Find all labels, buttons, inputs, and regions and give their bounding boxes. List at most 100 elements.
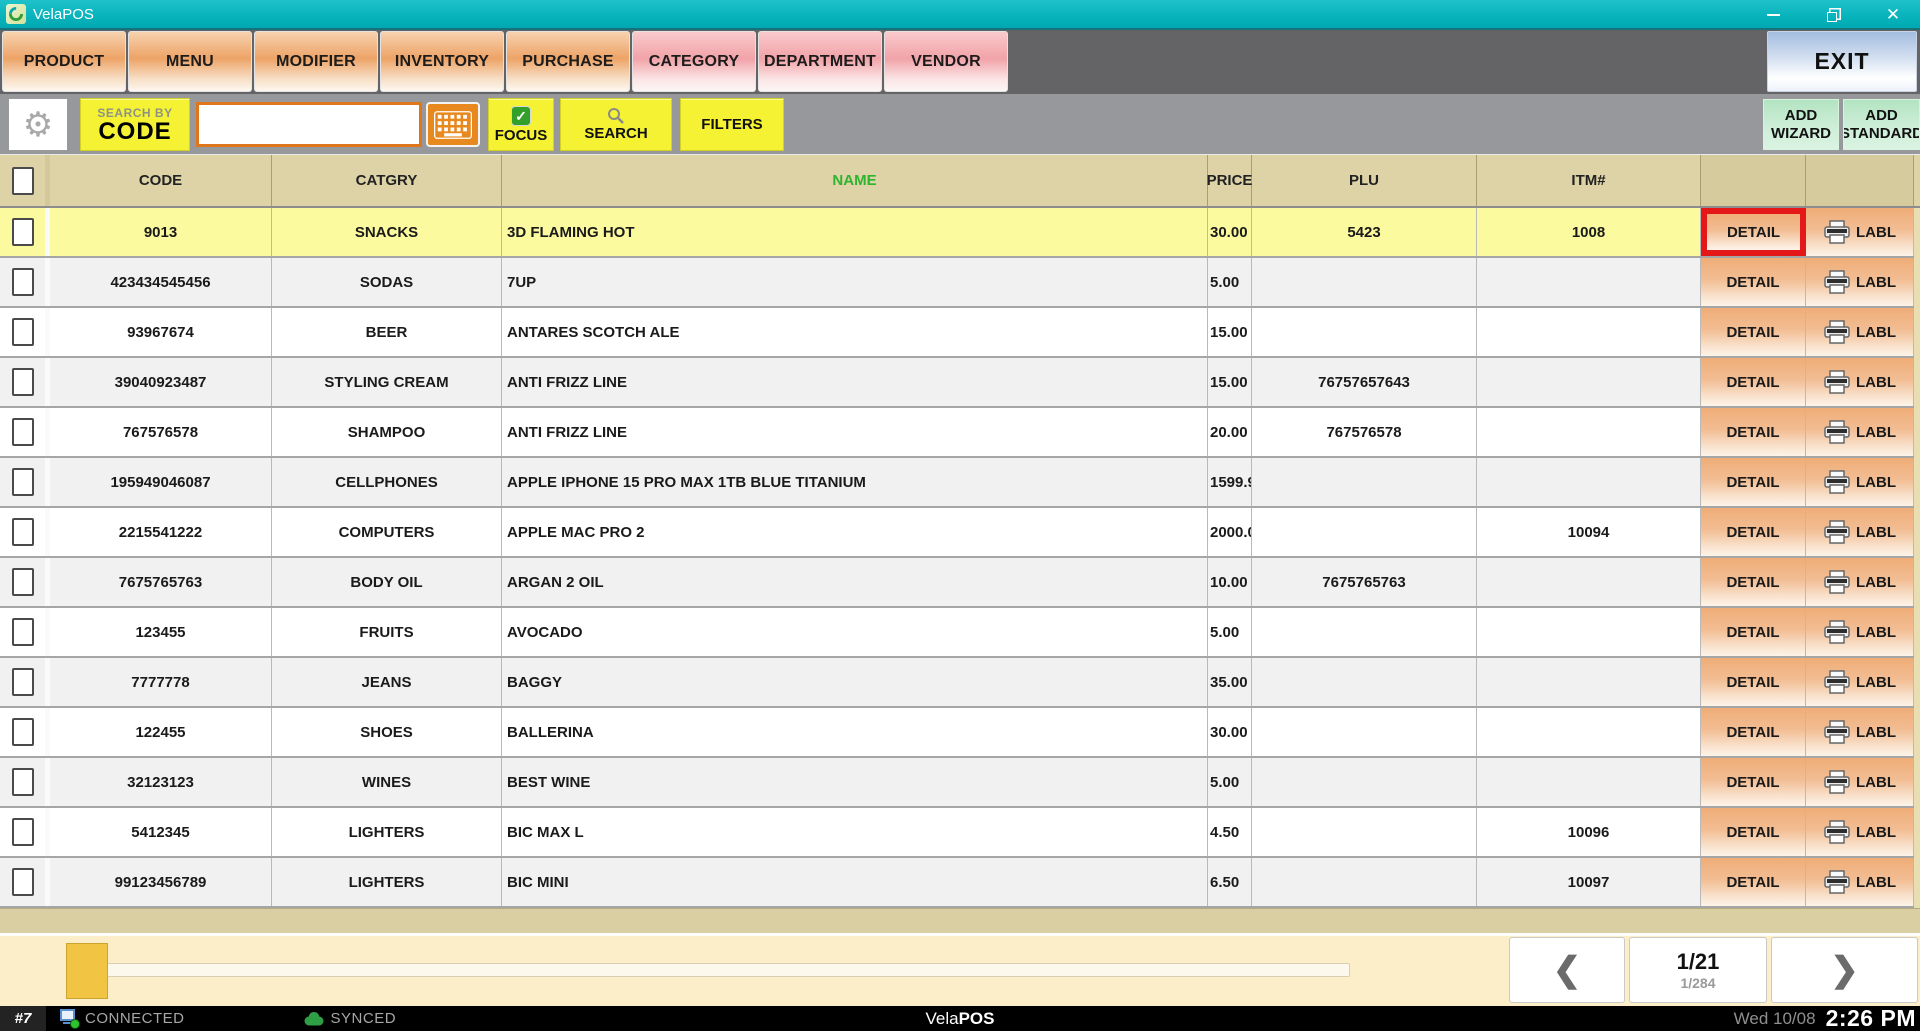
search-button[interactable]: SEARCH [560,98,672,151]
row-select-cell [0,808,50,856]
row-checkbox[interactable] [12,268,34,296]
filters-button[interactable]: FILTERS [680,98,784,151]
minimize-icon[interactable] [1764,6,1782,24]
row-checkbox[interactable] [12,718,34,746]
detail-button[interactable]: DETAIL [1701,508,1806,556]
detail-button[interactable]: DETAIL [1701,208,1806,256]
detail-button[interactable]: DETAIL [1701,758,1806,806]
row-checkbox[interactable] [12,468,34,496]
menu-purchase-button[interactable]: PURCHASE [506,31,630,92]
label-print-button[interactable]: LABL [1806,658,1914,706]
synced-status: SYNCED [331,1010,397,1027]
table-row[interactable]: 39040923487STYLING CREAMANTI FRIZZ LINE1… [0,358,1914,408]
detail-button[interactable]: DETAIL [1701,608,1806,656]
table-row[interactable]: 9013SNACKS3D FLAMING HOT30.0054231008DET… [0,208,1914,258]
label-print-button[interactable]: LABL [1806,258,1914,306]
row-checkbox[interactable] [12,768,34,796]
date-time: Wed 10/08 2:26 PM [1734,1006,1916,1031]
name-cell: APPLE MAC PRO 2 [502,508,1208,556]
table-row[interactable]: 7675765763BODY OILARGAN 2 OIL10.00767576… [0,558,1914,608]
table-row[interactable]: 93967674BEERANTARES SCOTCH ALE15.00DETAI… [0,308,1914,358]
table-row[interactable]: 5412345LIGHTERSBIC MAX L4.5010096DETAIL … [0,808,1914,858]
table-row[interactable]: 195949046087CELLPHONESAPPLE IPHONE 15 PR… [0,458,1914,508]
detail-button[interactable]: DETAIL [1701,258,1806,306]
plu-cell [1252,608,1477,656]
detail-button[interactable]: DETAIL [1701,808,1806,856]
on-screen-keyboard-button[interactable] [426,102,480,147]
settings-button[interactable]: ⚙ [8,98,68,151]
main-menu-bar: PRODUCTMENUMODIFIERINVENTORYPURCHASECATE… [0,30,1920,94]
table-row[interactable]: 99123456789LIGHTERSBIC MINI6.5010097DETA… [0,858,1914,908]
label-print-button[interactable]: LABL [1806,208,1914,256]
checkbox-checked-icon: ✓ [511,106,531,126]
label-print-button[interactable]: LABL [1806,358,1914,406]
price-cell: 30.00 [1208,708,1252,756]
table-row[interactable]: 2215541222COMPUTERSAPPLE MAC PRO 22000.0… [0,508,1914,558]
table-row[interactable]: 123455FRUITSAVOCADO5.00DETAIL LABL [0,608,1914,658]
label-print-button[interactable]: LABL [1806,308,1914,356]
prev-page-button[interactable]: ❮ [1509,937,1625,1003]
row-checkbox[interactable] [12,218,34,246]
search-by-button[interactable]: SEARCH BY CODE [80,98,190,151]
row-checkbox[interactable] [12,518,34,546]
exit-button[interactable]: EXIT [1767,31,1917,92]
row-checkbox[interactable] [12,318,34,346]
table-row[interactable]: 32123123WINESBEST WINE5.00DETAIL LABL [0,758,1914,808]
add-wizard-button[interactable]: ADD WIZARD [1763,99,1839,150]
table-row[interactable]: 7777778JEANSBAGGY35.00DETAIL LABL [0,658,1914,708]
menu-category-button[interactable]: CATEGORY [632,31,756,92]
row-checkbox[interactable] [12,818,34,846]
detail-button[interactable]: DETAIL [1701,408,1806,456]
menu-product-button[interactable]: PRODUCT [2,31,126,92]
plu-cell: 7675765763 [1252,558,1477,606]
detail-button[interactable]: DETAIL [1701,458,1806,506]
next-page-button[interactable]: ❯ [1771,937,1918,1003]
focus-button[interactable]: ✓ FOCUS [488,98,554,151]
label-print-button[interactable]: LABL [1806,708,1914,756]
detail-button[interactable]: DETAIL [1701,308,1806,356]
category-cell: BODY OIL [272,558,502,606]
detail-button[interactable]: DETAIL [1701,658,1806,706]
row-checkbox[interactable] [12,368,34,396]
close-icon[interactable]: ✕ [1884,6,1902,24]
label-print-button[interactable]: LABL [1806,558,1914,606]
menu-inventory-button[interactable]: INVENTORY [380,31,504,92]
table-row[interactable]: 767576578SHAMPOOANTI FRIZZ LINE20.007675… [0,408,1914,458]
code-cell: 122455 [50,708,272,756]
label-print-button[interactable]: LABL [1806,408,1914,456]
labl-text: LABL [1856,274,1896,291]
row-checkbox[interactable] [12,568,34,596]
label-print-button[interactable]: LABL [1806,508,1914,556]
select-all-checkbox[interactable] [12,167,34,195]
table-row[interactable]: 423434545456SODAS7UP5.00DETAIL LABL [0,258,1914,308]
horizontal-scroll-handle[interactable] [66,943,108,999]
code-cell: 32123123 [50,758,272,806]
search-input[interactable] [196,102,422,147]
menu-modifier-button[interactable]: MODIFIER [254,31,378,92]
label-print-button[interactable]: LABL [1806,458,1914,506]
label-print-button[interactable]: LABL [1806,808,1914,856]
label-print-button[interactable]: LABL [1806,858,1914,906]
menu-vendor-button[interactable]: VENDOR [884,31,1008,92]
menu-menu-button[interactable]: MENU [128,31,252,92]
label-print-button[interactable]: LABL [1806,608,1914,656]
detail-button[interactable]: DETAIL [1701,708,1806,756]
row-select-cell [0,508,50,556]
row-checkbox[interactable] [12,618,34,646]
horizontal-scroll-track[interactable] [88,963,1350,977]
table-row[interactable]: 122455SHOESBALLERINA30.00DETAIL LABL [0,708,1914,758]
add-standard-line1: ADD [1865,107,1898,124]
detail-button[interactable]: DETAIL [1701,558,1806,606]
add-standard-button[interactable]: ADD STANDARD [1843,99,1920,150]
category-cell: BEER [272,308,502,356]
menu-department-button[interactable]: DEPARTMENT [758,31,882,92]
itm-cell [1477,708,1701,756]
row-checkbox[interactable] [12,418,34,446]
row-checkbox[interactable] [12,668,34,696]
restore-icon[interactable] [1824,6,1842,24]
detail-button[interactable]: DETAIL [1701,858,1806,906]
detail-button[interactable]: DETAIL [1701,358,1806,406]
row-checkbox[interactable] [12,868,34,896]
label-print-button[interactable]: LABL [1806,758,1914,806]
velapos-window: VelaPOS ✕ PRODUCTMENUMODIFIERINVENTORYPU… [0,0,1920,1031]
